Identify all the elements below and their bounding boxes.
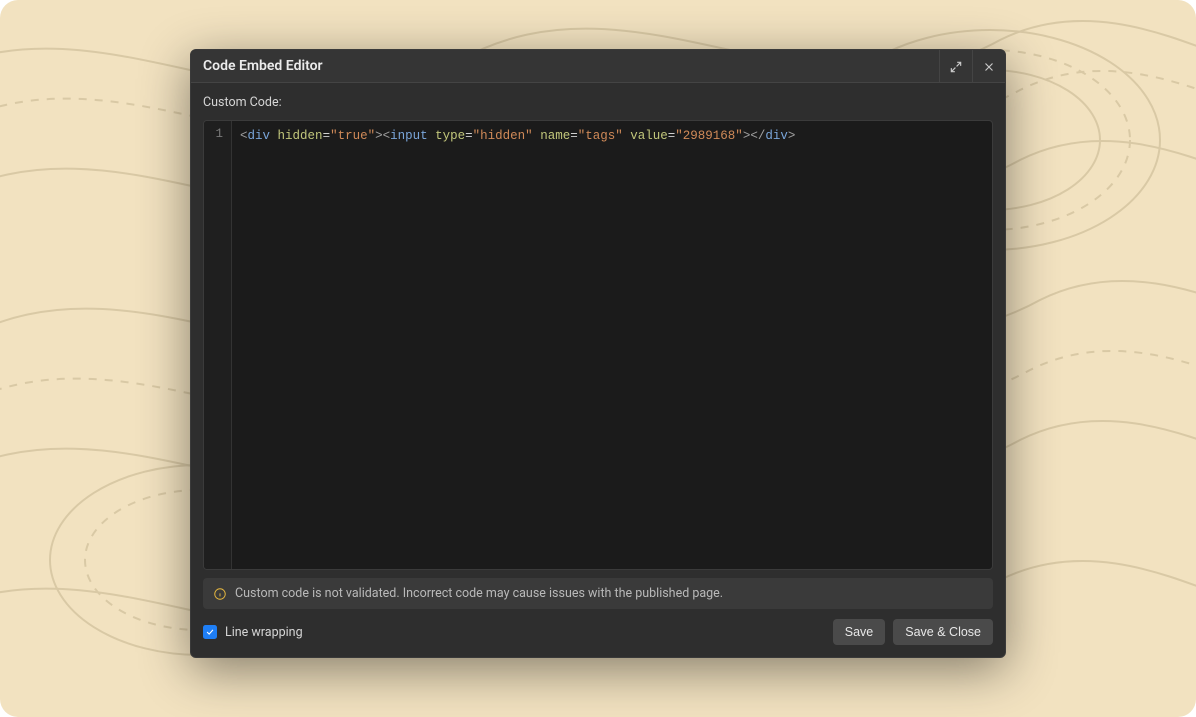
line-wrapping-toggle[interactable]: Line wrapping xyxy=(203,625,303,640)
modal-footer: Line wrapping Save Save & Close xyxy=(203,617,993,645)
line-wrapping-label: Line wrapping xyxy=(225,625,303,640)
validation-warning-text: Custom code is not validated. Incorrect … xyxy=(235,586,723,601)
app-viewport: Code Embed Editor Custom Code: 1 <div hi… xyxy=(0,0,1196,717)
line-number: 1 xyxy=(214,127,223,141)
line-number-gutter: 1 xyxy=(204,121,232,569)
expand-icon xyxy=(949,60,963,74)
validation-warning-bar: Custom code is not validated. Incorrect … xyxy=(203,578,993,609)
custom-code-label: Custom Code: xyxy=(203,95,993,110)
modal-title: Code Embed Editor xyxy=(203,58,939,74)
close-icon xyxy=(982,60,996,74)
code-textarea[interactable]: <div hidden="true"><input type="hidden" … xyxy=(232,121,992,569)
close-button[interactable] xyxy=(972,50,1005,83)
modal-header: Code Embed Editor xyxy=(191,50,1005,83)
footer-button-group: Save Save & Close xyxy=(833,619,993,645)
save-close-button[interactable]: Save & Close xyxy=(893,619,993,645)
info-icon xyxy=(213,587,227,601)
code-embed-modal: Code Embed Editor Custom Code: 1 <div hi… xyxy=(190,49,1006,658)
expand-button[interactable] xyxy=(939,50,972,83)
code-editor[interactable]: 1 <div hidden="true"><input type="hidden… xyxy=(203,120,993,570)
save-button[interactable]: Save xyxy=(833,619,886,645)
line-wrapping-checkbox[interactable] xyxy=(203,625,217,639)
modal-body: Custom Code: 1 <div hidden="true"><input… xyxy=(191,83,1005,657)
header-icon-group xyxy=(939,50,1005,82)
checkmark-icon xyxy=(205,627,215,637)
